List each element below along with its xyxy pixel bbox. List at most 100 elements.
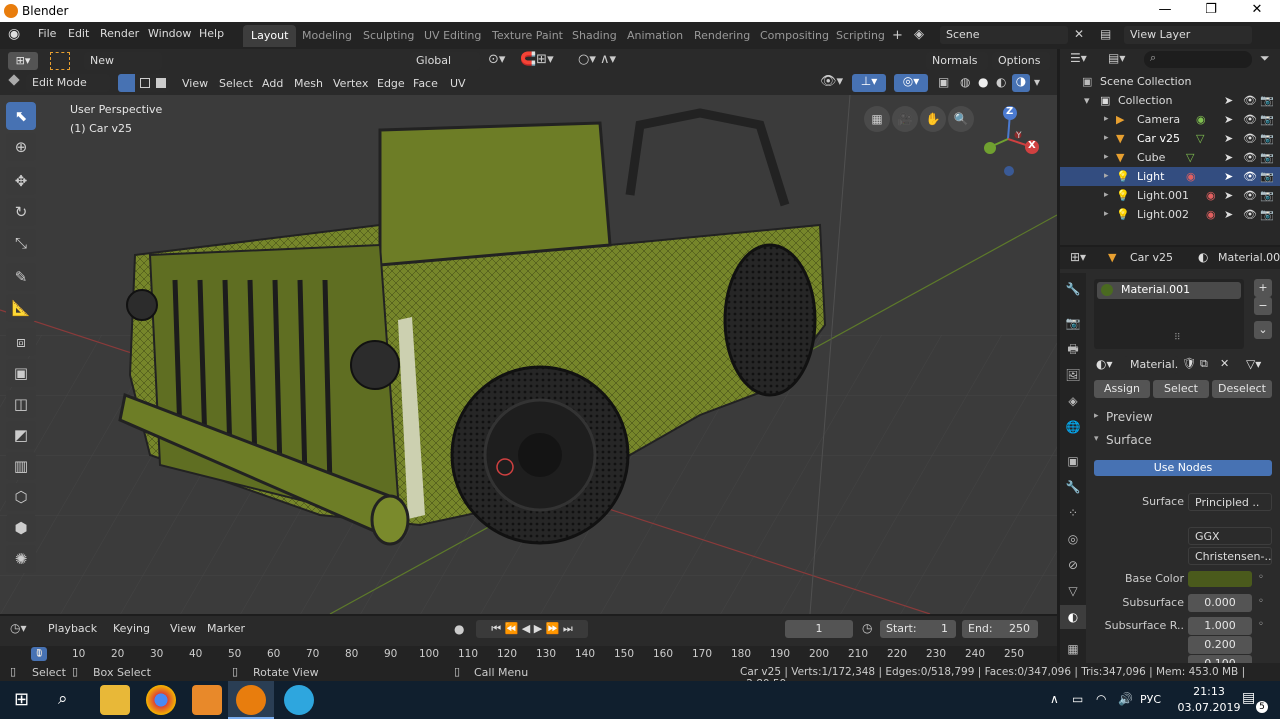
browse-material-icon[interactable]: ◐▾ <box>1096 357 1113 371</box>
add-slot-button[interactable]: + <box>1254 279 1272 297</box>
outliner-item-car[interactable]: ▸ ▼ Car v25 ▽ ➤ 👁 📷 <box>1060 129 1280 148</box>
visible-eye-icon[interactable]: 👁 <box>1243 129 1257 148</box>
renderable-camera-icon[interactable]: 📷 <box>1260 205 1274 224</box>
pan-hand-icon[interactable]: ✋ <box>920 106 946 132</box>
telegram-icon[interactable] <box>284 685 314 715</box>
move-tool-icon[interactable]: ✥ <box>6 167 36 195</box>
current-frame-field[interactable]: 1 <box>785 620 853 638</box>
view-layer-icon[interactable]: ▤ <box>1100 27 1111 41</box>
tool-tab-icon[interactable]: 🔧 <box>1060 277 1086 301</box>
duplicate-material-icon[interactable]: ⧉ <box>1200 357 1208 371</box>
face-select-icon[interactable] <box>156 78 166 88</box>
orientation-dropdown[interactable]: Global <box>410 52 480 70</box>
expand-arrow-icon[interactable]: ▾ <box>1094 434 1099 444</box>
expand-arrow-icon[interactable]: ▸ <box>1104 167 1109 186</box>
constraints-tab-icon[interactable]: ⊘ <box>1060 553 1086 577</box>
material-shading-icon[interactable]: ◐ <box>996 75 1006 89</box>
minimize-button[interactable]: — <box>1142 0 1188 22</box>
maximize-button[interactable]: ❐ <box>1188 0 1234 22</box>
expand-arrow-icon[interactable]: ▾ <box>1084 91 1090 110</box>
add-workspace-button[interactable]: + <box>892 28 903 43</box>
measure-tool-icon[interactable]: 📐 <box>6 294 36 322</box>
tab-animation[interactable]: Animation <box>619 25 691 47</box>
visible-eye-icon[interactable]: 👁 <box>1243 148 1257 167</box>
end-frame-field[interactable]: End: 250 <box>962 620 1038 638</box>
use-nodes-button[interactable]: Use Nodes <box>1094 460 1272 476</box>
outliner-collection[interactable]: ▾ ▣ Collection ➤ 👁 📷 <box>1060 91 1280 110</box>
properties-editor-icon[interactable]: ⊞▾ <box>1070 250 1086 264</box>
selectable-icon[interactable]: ➤ <box>1224 167 1233 186</box>
physics-tab-icon[interactable]: ◎ <box>1060 527 1086 551</box>
renderable-camera-icon[interactable]: 📷 <box>1260 129 1274 148</box>
list-resize-handle[interactable]: ⠿ <box>1174 333 1181 343</box>
vertex-select-icon[interactable] <box>118 74 135 92</box>
menu-file[interactable]: File <box>38 27 56 40</box>
renderable-camera-icon[interactable]: 📷 <box>1260 167 1274 186</box>
texture-tab-icon[interactable]: ▦ <box>1060 637 1086 661</box>
tab-modeling[interactable]: Modeling <box>294 25 360 47</box>
selectable-icon[interactable]: ➤ <box>1224 91 1233 110</box>
visible-eye-icon[interactable]: 👁 <box>1243 167 1257 186</box>
tray-time[interactable]: 21:13 <box>1186 685 1232 698</box>
visible-eye-icon[interactable]: 👁 <box>1243 205 1257 224</box>
material-datablock-field[interactable]: Material. <box>1124 356 1178 374</box>
search-icon[interactable]: ⌕ <box>58 689 68 709</box>
expand-arrow-icon[interactable]: ▸ <box>1104 110 1109 129</box>
render-tab-icon[interactable]: 📷 <box>1060 311 1086 335</box>
selectable-icon[interactable]: ➤ <box>1224 186 1233 205</box>
wireframe-shading-icon[interactable]: ◍ <box>960 75 970 89</box>
loop-cut-tool-icon[interactable]: ▥ <box>6 452 36 480</box>
outliner-item-light-002[interactable]: ▸ 💡 Light.002 ◉ ➤ 👁 📷 <box>1060 205 1280 224</box>
timeline-ruler[interactable]: 1 0 10 20 30 40 50 60 70 80 90 100 110 1… <box>0 646 1057 663</box>
rotate-tool-icon[interactable]: ↻ <box>6 198 36 226</box>
expand-arrow-icon[interactable]: ▸ <box>1104 129 1109 148</box>
outliner-item-camera[interactable]: ▸ ▶ Camera ◉ ➤ 👁 📷 <box>1060 110 1280 129</box>
tray-volume-icon[interactable]: 🔊 <box>1118 692 1133 706</box>
tab-texture-paint[interactable]: Texture Paint <box>484 25 571 47</box>
particles-tab-icon[interactable]: ⁘ <box>1060 501 1086 525</box>
fake-user-icon[interactable]: 🛡 <box>1182 357 1196 370</box>
modifier-tab-icon[interactable]: 🔧 <box>1060 475 1086 499</box>
timeline-menu-view[interactable]: View <box>170 622 196 635</box>
outliner-search-input[interactable]: ⌕ <box>1144 51 1252 68</box>
visibility-icon[interactable]: 👁▾ <box>820 74 843 89</box>
outliner-item-cube[interactable]: ▸ ▼ Cube ▽ ➤ 👁 📷 <box>1060 148 1280 167</box>
rendered-shading-icon[interactable]: ◑ <box>1012 74 1030 92</box>
fusion-app-icon[interactable] <box>192 685 222 715</box>
timeline-editor-icon[interactable]: ◷▾ <box>10 621 27 635</box>
xray-icon[interactable]: ▣ <box>938 75 949 89</box>
blender-taskbar-item[interactable] <box>228 681 274 719</box>
renderable-camera-icon[interactable]: 📷 <box>1260 91 1274 110</box>
collapse-arrow-icon[interactable]: ▸ <box>1094 411 1099 421</box>
outliner-editor-icon[interactable]: ☰▾ <box>1070 51 1087 65</box>
view-grid-icon[interactable]: ▦ <box>864 106 890 132</box>
subsurface-method-dropdown[interactable]: Christensen-.. <box>1188 547 1272 565</box>
zoom-icon[interactable]: 🔍 <box>948 106 974 132</box>
surface-panel-header[interactable]: Surface <box>1106 433 1152 447</box>
subsurface-radius-link-icon[interactable]: ◦ <box>1258 619 1264 630</box>
3d-viewport[interactable]: User Perspective (1) Car v25 ▦ 🎥 ✋ 🔍 Z X… <box>0 95 1057 614</box>
cursor-tool-icon[interactable]: ⊕ <box>6 133 36 161</box>
outliner-item-light[interactable]: ▸ 💡 Light ◉ ➤ 👁 📷 <box>1060 167 1280 186</box>
tray-language[interactable]: РУС <box>1140 693 1161 706</box>
inset-tool-icon[interactable]: ◫ <box>6 390 36 418</box>
remove-scene-icon[interactable]: ✕ <box>1074 27 1084 41</box>
subsurface-field[interactable]: 0.000 <box>1188 594 1252 612</box>
view-layer-field[interactable]: View Layer <box>1124 26 1252 44</box>
surface-shader-field[interactable]: Principled .. <box>1188 493 1272 511</box>
pivot-icon[interactable]: ⊙▾ <box>488 52 505 67</box>
knife-tool-icon[interactable]: ⬡ <box>6 483 36 511</box>
data-tab-icon[interactable]: ▽ <box>1060 579 1086 603</box>
filter-icon[interactable]: ⏷ <box>1260 51 1270 66</box>
select-tool-icon[interactable]: ⬉ <box>6 102 36 130</box>
select-box-icon[interactable] <box>50 52 70 70</box>
playback-controls[interactable]: ⏮ ⏪ ◀ ▶ ⏩ ⏭ <box>476 620 588 638</box>
base-color-link-icon[interactable]: ◦ <box>1258 572 1264 583</box>
output-tab-icon[interactable]: 🖶 <box>1060 337 1086 361</box>
vp-menu-select[interactable]: Select <box>219 77 253 90</box>
vp-menu-view[interactable]: View <box>182 77 208 90</box>
chrome-icon[interactable] <box>146 685 176 715</box>
tray-date[interactable]: 03.07.2019 <box>1176 701 1242 714</box>
menu-window[interactable]: Window <box>148 27 191 40</box>
preview-panel-header[interactable]: Preview <box>1106 410 1153 424</box>
